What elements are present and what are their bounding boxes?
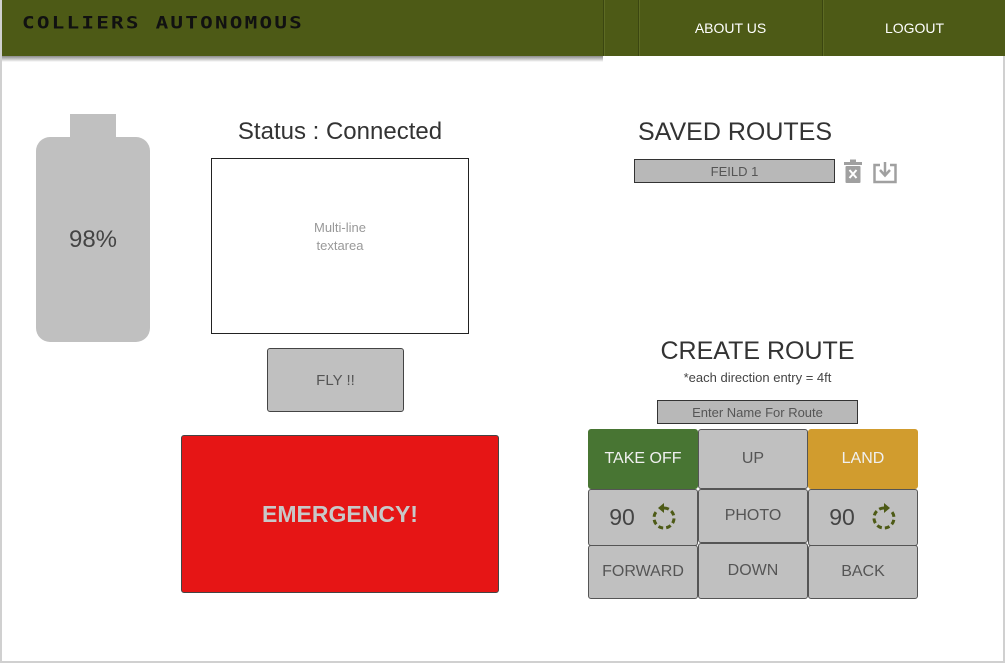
battery-cap <box>70 114 116 138</box>
rotate-left-button[interactable]: 90 <box>588 489 698 546</box>
rotate-right-value: 90 <box>829 504 855 530</box>
take-off-button[interactable]: TAKE OFF <box>588 429 698 489</box>
battery-indicator: 98% <box>36 137 150 342</box>
app-logo: COLLIERS AUTONOMOUS <box>22 13 305 33</box>
emergency-button[interactable]: EMERGENCY! <box>181 435 499 593</box>
land-button[interactable]: LAND <box>808 429 918 489</box>
header-bar: COLLIERS AUTONOMOUS ABOUT US LOGOUT <box>2 0 1005 56</box>
log-textarea[interactable]: Multi-line textarea <box>211 158 469 334</box>
saved-routes-title: SAVED ROUTES <box>638 118 833 146</box>
saved-route-item[interactable]: FEILD 1 <box>634 159 835 183</box>
fly-button[interactable]: FLY !! <box>267 348 404 412</box>
about-us-button[interactable]: ABOUT US <box>639 0 822 56</box>
rotate-clockwise-icon <box>872 502 896 529</box>
route-name-input[interactable] <box>657 400 858 424</box>
up-button[interactable]: UP <box>698 429 808 489</box>
rotate-counterclockwise-icon <box>652 502 676 529</box>
down-button[interactable]: DOWN <box>698 543 808 599</box>
header-shadow <box>2 56 603 62</box>
battery-percent: 98% <box>68 225 118 253</box>
rotate-right-button[interactable]: 90 <box>808 489 918 546</box>
trash-icon[interactable] <box>843 159 863 183</box>
rotate-left-value: 90 <box>609 504 635 530</box>
header-divider <box>603 0 604 56</box>
create-route-title: CREATE ROUTE <box>660 337 855 365</box>
photo-button[interactable]: PHOTO <box>698 489 808 543</box>
forward-button[interactable]: FORWARD <box>588 545 698 599</box>
create-route-note: *each direction entry = 4ft <box>683 370 832 385</box>
status-label: Status : Connected <box>237 118 443 145</box>
download-icon[interactable] <box>872 160 898 184</box>
logout-button[interactable]: LOGOUT <box>823 0 1005 56</box>
back-button[interactable]: BACK <box>808 545 918 599</box>
